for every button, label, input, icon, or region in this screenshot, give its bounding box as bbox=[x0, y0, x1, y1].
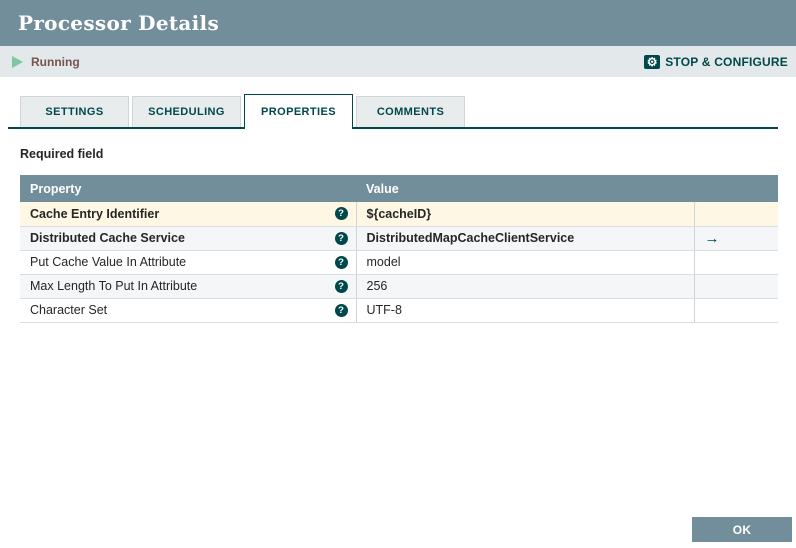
property-name: Put Cache Value In Attribute bbox=[30, 255, 186, 269]
property-name: Max Length To Put In Attribute bbox=[30, 279, 197, 293]
help-icon[interactable]: ? bbox=[335, 207, 348, 220]
stop-and-configure-button[interactable]: ⚙ STOP & CONFIGURE bbox=[644, 55, 788, 69]
property-value: model bbox=[367, 255, 401, 269]
ok-button[interactable]: OK bbox=[692, 517, 792, 542]
table-row: Character Set ? UTF-8 → bbox=[20, 298, 778, 322]
tab-properties[interactable]: PROPERTIES bbox=[244, 94, 353, 129]
actions-column-header bbox=[694, 175, 778, 202]
table-row: Put Cache Value In Attribute ? model → bbox=[20, 250, 778, 274]
gear-icon: ⚙ bbox=[644, 55, 660, 69]
properties-table: Property Value Cache Entry Identifier ? … bbox=[20, 175, 778, 323]
required-field-note: Required field bbox=[20, 147, 796, 161]
help-icon[interactable]: ? bbox=[335, 280, 348, 293]
value-column-header: Value bbox=[356, 175, 694, 202]
table-header-row: Property Value bbox=[20, 175, 778, 202]
run-state-label: Running bbox=[31, 55, 80, 69]
tab-label: SETTINGS bbox=[45, 106, 103, 118]
tab-scheduling[interactable]: SCHEDULING bbox=[132, 96, 241, 127]
table-row: Cache Entry Identifier ? ${cacheID} → bbox=[20, 202, 778, 226]
tab-label: COMMENTS bbox=[377, 106, 444, 118]
help-icon[interactable]: ? bbox=[335, 256, 348, 269]
property-value: DistributedMapCacheClientService bbox=[367, 231, 575, 245]
tab-comments[interactable]: COMMENTS bbox=[356, 96, 465, 127]
help-icon[interactable]: ? bbox=[335, 304, 348, 317]
status-bar: Running ⚙ STOP & CONFIGURE bbox=[0, 46, 796, 77]
tab-underline bbox=[8, 127, 778, 129]
help-icon[interactable]: ? bbox=[335, 232, 348, 245]
tab-settings[interactable]: SETTINGS bbox=[20, 96, 129, 127]
running-play-icon bbox=[12, 56, 23, 68]
property-value: 256 bbox=[367, 279, 388, 293]
property-value: UTF-8 bbox=[367, 303, 402, 317]
dialog-titlebar: Processor Details bbox=[0, 0, 796, 46]
tab-label: SCHEDULING bbox=[148, 106, 225, 118]
property-name: Distributed Cache Service bbox=[30, 231, 185, 245]
stop-and-configure-label: STOP & CONFIGURE bbox=[665, 55, 788, 69]
table-row: Distributed Cache Service ? DistributedM… bbox=[20, 226, 778, 250]
property-name: Cache Entry Identifier bbox=[30, 207, 159, 221]
run-state: Running bbox=[12, 55, 80, 69]
go-to-service-arrow-icon[interactable]: → bbox=[705, 230, 720, 247]
table-row: Max Length To Put In Attribute ? 256 → bbox=[20, 274, 778, 298]
tab-label: PROPERTIES bbox=[261, 106, 336, 118]
property-column-header: Property bbox=[20, 175, 356, 202]
dialog-title: Processor Details bbox=[18, 11, 219, 35]
property-value: ${cacheID} bbox=[367, 207, 432, 221]
property-name: Character Set bbox=[30, 303, 107, 317]
tab-bar: SETTINGS SCHEDULING PROPERTIES COMMENTS bbox=[8, 94, 778, 129]
